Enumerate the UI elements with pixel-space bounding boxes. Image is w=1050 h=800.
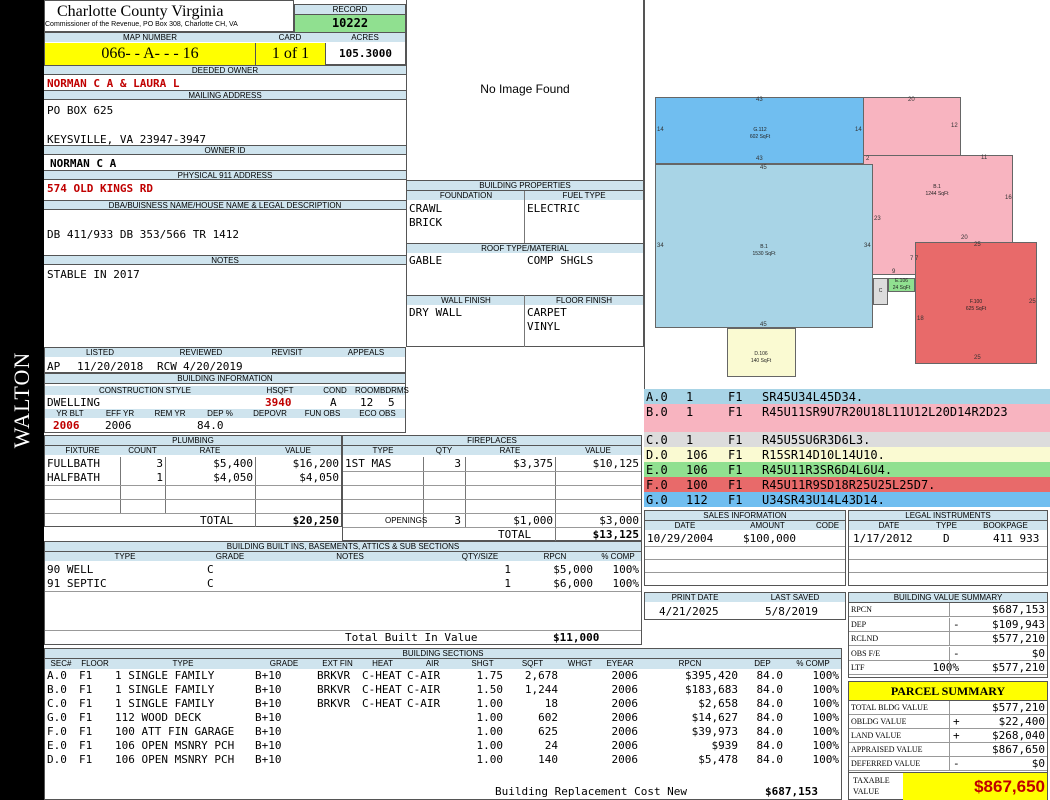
taxable-value: $867,650 xyxy=(903,772,1047,800)
building-value-summary: BUILDING VALUE SUMMARY RPCN $687,153 DEP - $… xyxy=(848,592,1048,678)
print-date: 4/21/2025 xyxy=(659,605,719,618)
table-row: FULLBATH 3 $5,400 $16,200 xyxy=(47,457,339,470)
table-row: C.0 F1 1 SINGLE FAMILY B+10 BRKVR C-HEAT C-AIR… xyxy=(47,697,839,710)
building-information: BUILDING INFORMATION CONSTRUCTION STYLE … xyxy=(44,373,409,433)
foundation-1: CRAWL xyxy=(409,202,443,215)
map-number: 066- - A- - - 16 xyxy=(45,43,255,65)
hsqft: 3940 xyxy=(265,396,292,409)
roof-material: COMP SHGLS xyxy=(527,254,594,267)
county-title: Charlotte County Virginia xyxy=(57,3,224,20)
sketch-legend-row: C.0 1 F1 R45U5SU6R3D6L3. xyxy=(644,432,1050,447)
building-sections-table: BUILDING SECTIONS SEC# FLOOR TYPE GRADE EXT … xyxy=(44,648,842,800)
card-number: 1 of 1 xyxy=(255,43,325,65)
value-summary-row: DEP - $109,943 xyxy=(849,617,1047,632)
builtins-table: BUILDING BUILT INS, BASEMENTS, ATTICS & … xyxy=(44,541,642,645)
table-row: B.0 F1 1 SINGLE FAMILY B+10 BRKVR C-HEAT C-AIR… xyxy=(47,683,839,696)
table-row: G.0 F1 112 WOOD DECK B+10 1.00 602 2006 $14,627… xyxy=(47,711,839,724)
table-row: 91 SEPTIC C 1 $6,000 100% xyxy=(47,577,639,590)
legal-instruments: LEGAL INSTRUMENTS DATE TYPE BOOKPAGE 1/1… xyxy=(848,510,1048,586)
property-image: No Image Found xyxy=(406,0,644,180)
parcel-summary-row: LAND VALUE + $268,040 xyxy=(849,729,1047,743)
sketch-legend-row: A.0 1 F1 SR45U34L45D34. xyxy=(644,389,1050,404)
sale-amount: $100,000 xyxy=(743,532,796,545)
commissioner-address: Commissioner of the Revenue, PO Box 308,… xyxy=(45,21,238,28)
acres-value: 105.3000 xyxy=(325,43,405,65)
sale-date: 10/29/2004 xyxy=(647,532,714,545)
replacement-cost-total: $687,153 xyxy=(765,785,818,798)
fireplaces-table: FIREPLACES TYPE QTY RATE VALUE 1ST MAS 3… xyxy=(342,435,642,541)
deeded-owner: NORMAN C A & LAURA L xyxy=(47,77,180,90)
builtins-total: $11,000 xyxy=(553,631,600,644)
foundation-2: BRICK xyxy=(409,216,443,229)
fireplaces-total: $13,125 xyxy=(592,528,639,541)
record-box: RECORD 10222 xyxy=(294,4,406,32)
sketch-legend-row: E.0 106 F1 R45U11R3SR6D4L6U4. xyxy=(644,462,1050,477)
floor-finish-2: VINYL xyxy=(527,320,561,333)
mailing-line1: PO BOX 625 xyxy=(47,104,114,117)
no-image-text: No Image Found xyxy=(480,82,570,96)
year-built: 2006 xyxy=(53,419,80,432)
building-sketch: G.112 602 SqFt B.1 1244 SqFt B.1 1530 Sq… xyxy=(644,0,1050,390)
notes-text: STABLE IN 2017 xyxy=(47,268,140,281)
table-row: HALFBATH 1 $4,050 $4,050 xyxy=(47,471,339,484)
physical-address: 574 OLD KINGS RD xyxy=(47,182,153,195)
instrument-bookpage: 411 933 xyxy=(993,532,1040,545)
table-row: D.0 F1 106 OPEN MSNRY PCH B+10 1.00 140 2006 $5… xyxy=(47,753,839,766)
fuel-type: ELECTRIC xyxy=(527,202,580,215)
owner-id: NORMAN C A xyxy=(50,157,117,170)
plumbing-total: $20,250 xyxy=(292,514,339,527)
table-row: A.0 F1 1 SINGLE FAMILY B+10 BRKVR C-HEAT C-AIR… xyxy=(47,669,839,682)
value-summary-row: LTF 100% $577,210 xyxy=(849,661,1047,675)
table-row: 90 WELL C 1 $5,000 100% xyxy=(47,563,639,576)
building-properties: BUILDING PROPERTIES FOUNDATION FUEL TYPE… xyxy=(406,180,644,347)
floor-finish-1: CARPET xyxy=(527,306,567,319)
table-row: 1ST MAS 3 $3,375 $10,125 xyxy=(345,457,639,470)
county-header: Charlotte County Virginia Commissioner o… xyxy=(44,0,294,32)
parcel-summary-row: OBLDG VALUE + $22,400 xyxy=(849,715,1047,729)
parcel-id-box: MAP NUMBER CARD ACRES 066- - A- - - 16 1… xyxy=(44,32,406,65)
wall-finish: DRY WALL xyxy=(409,306,462,319)
reviewed-date: 4/20/2019 xyxy=(183,360,243,373)
district-name: WALTON xyxy=(9,351,35,449)
listed-date: 11/20/2018 xyxy=(77,360,144,373)
review-box: LISTED REVIEWED REVISIT APPEALS AP 11/20… xyxy=(44,347,406,373)
table-row: F.0 F1 100 ATT FIN GARAGE B+10 1.00 625 2006 $3… xyxy=(47,725,839,738)
parcel-summary-row: TOTAL BLDG VALUE $577,210 xyxy=(849,701,1047,715)
sketch-legend: A.0 1 F1 SR45U34L45D34. B.0 1 F1 R45U11SR9U7R20… xyxy=(644,389,1050,509)
sales-information: SALES INFORMATION DATE AMOUNT CODE 10/29… xyxy=(644,510,846,586)
value-summary-row: RPCN $687,153 xyxy=(849,603,1047,617)
legal-description: DB 411/933 DB 353/566 TR 1412 xyxy=(47,228,240,241)
sketch-legend-row: F.0 100 F1 R45U11R9SD18R25U25L25D7. xyxy=(644,477,1050,492)
print-dates: PRINT DATE LAST SAVED 4/21/2025 5/8/2019 xyxy=(644,592,846,620)
construction-style: DWELLING xyxy=(47,396,100,409)
parcel-summary-row: DEFERRED VALUE - $0 xyxy=(849,757,1047,771)
plumbing-table: PLUMBING FIXTURE COUNT RATE VALUE FULLBA… xyxy=(44,435,342,527)
last-saved: 5/8/2019 xyxy=(765,605,818,618)
parcel-summary: PARCEL SUMMARY TOTAL BLDG VALUE $577,210 O… xyxy=(848,681,1048,800)
value-summary-row: RCLND $577,210 xyxy=(849,632,1047,646)
roof-type: GABLE xyxy=(409,254,443,267)
value-summary-row: OBS F/E - $0 xyxy=(849,646,1047,661)
parcel-summary-row: APPRAISED VALUE $867,650 xyxy=(849,743,1047,757)
sketch-legend-row: B.0 1 F1 R45U11SR9U7R20U18L11U12L20D14R2D23 xyxy=(644,404,1050,432)
sketch-legend-row: D.0 106 F1 R15SR14D10L14U10. xyxy=(644,447,1050,462)
table-row: E.0 F1 106 OPEN MSNRY PCH B+10 1.00 24 2006 $93… xyxy=(47,739,839,752)
record-number: 10222 xyxy=(295,15,405,32)
instrument-date: 1/17/2012 xyxy=(853,532,913,545)
parcel-summary-title: PARCEL SUMMARY xyxy=(849,682,1047,701)
sketch-legend-row: G.0 112 F1 U34SR43U14L43D14. xyxy=(644,492,1050,507)
